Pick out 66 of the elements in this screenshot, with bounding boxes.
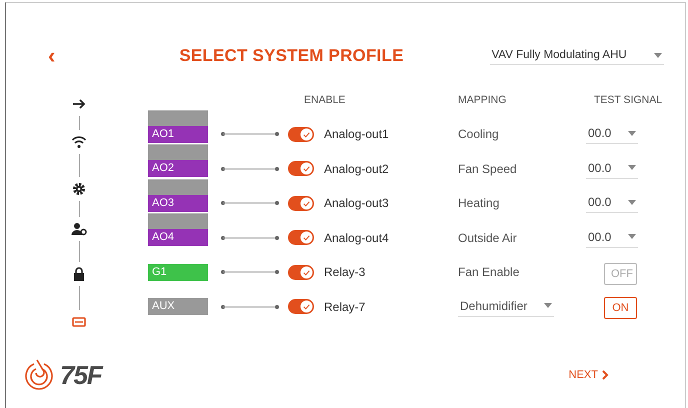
- terminal-label: AUX: [148, 298, 208, 315]
- settings-icon[interactable]: [71, 181, 87, 197]
- output-label: Analog-out4: [324, 230, 389, 244]
- mapping-label: Fan Speed: [458, 162, 517, 176]
- output-label: Relay-7: [324, 300, 366, 314]
- output-label: Relay-3: [324, 265, 366, 279]
- terminal-cap: [148, 213, 208, 229]
- mapping-label: Cooling: [458, 127, 499, 141]
- check-icon: [300, 231, 313, 244]
- caret-icon: [628, 130, 636, 136]
- check-icon: [300, 300, 313, 313]
- mapping-label: Fan Enable: [458, 265, 520, 279]
- connector-line: [220, 269, 280, 275]
- mapping-label: Heating: [458, 196, 500, 210]
- caret-icon: [654, 52, 662, 58]
- back-button[interactable]: ‹: [44, 46, 60, 66]
- column-header: ENABLE: [304, 94, 346, 106]
- enable-toggle[interactable]: [288, 126, 314, 142]
- output-label: Analog-out2: [324, 162, 389, 176]
- enable-toggle[interactable]: [288, 161, 314, 176]
- page-title: SELECT SYSTEM PROFILE: [179, 46, 404, 66]
- test-signal-dropdown[interactable]: 00.0: [586, 228, 638, 248]
- check-icon: [300, 266, 313, 278]
- test-signal-button[interactable]: ON: [604, 297, 637, 319]
- lock-icon[interactable]: [71, 266, 87, 282]
- check-icon: [300, 128, 313, 140]
- terminal-label: AO4: [148, 229, 208, 246]
- connector-line: [220, 304, 280, 310]
- mapping-label: Outside Air: [458, 230, 517, 244]
- terminal-cap: [148, 178, 208, 194]
- terminal-label: G1: [148, 264, 208, 280]
- next-button[interactable]: NEXT: [562, 368, 615, 382]
- enable-toggle[interactable]: [288, 230, 314, 245]
- connector-line: [220, 234, 280, 240]
- output-label: Analog-out1: [324, 127, 389, 141]
- terminal-label: AO2: [148, 160, 208, 177]
- terminal-cap: [148, 144, 208, 160]
- connector-line: [220, 131, 280, 137]
- mapping-dropdown[interactable]: Dehumidifier: [458, 296, 554, 316]
- caret-icon: [628, 200, 636, 204]
- terminal-label: AO3: [148, 194, 208, 212]
- card-icon[interactable]: [71, 314, 87, 330]
- enable-toggle[interactable]: [288, 299, 314, 314]
- wifi-icon[interactable]: [71, 134, 87, 150]
- chevron-icon: [602, 370, 609, 380]
- caret-icon: [628, 234, 636, 239]
- output-label: Analog-out3: [324, 196, 389, 210]
- caret-icon: [628, 165, 636, 170]
- test-signal-dropdown[interactable]: 00.0: [586, 124, 638, 144]
- check-icon: [300, 162, 313, 175]
- logo-text: 75F: [60, 360, 102, 390]
- user-gear-icon[interactable]: [71, 221, 87, 237]
- test-signal-dropdown[interactable]: 00.0: [586, 193, 638, 213]
- connector-line: [220, 166, 280, 172]
- column-header: TEST SIGNAL: [594, 94, 664, 106]
- logo-icon: [24, 358, 54, 392]
- test-signal-dropdown[interactable]: 00.0: [586, 158, 638, 178]
- column-header: MAPPING: [458, 94, 508, 106]
- connector-line: [220, 200, 280, 206]
- caret-icon: [544, 303, 552, 308]
- enable-toggle[interactable]: [288, 196, 314, 210]
- terminal-cap: [148, 110, 208, 126]
- check-icon: [300, 196, 313, 210]
- enable-toggle[interactable]: [288, 264, 314, 280]
- terminal-label: AO1: [148, 126, 208, 142]
- profile-dropdown[interactable]: VAV Fully Modulating AHU: [490, 47, 664, 65]
